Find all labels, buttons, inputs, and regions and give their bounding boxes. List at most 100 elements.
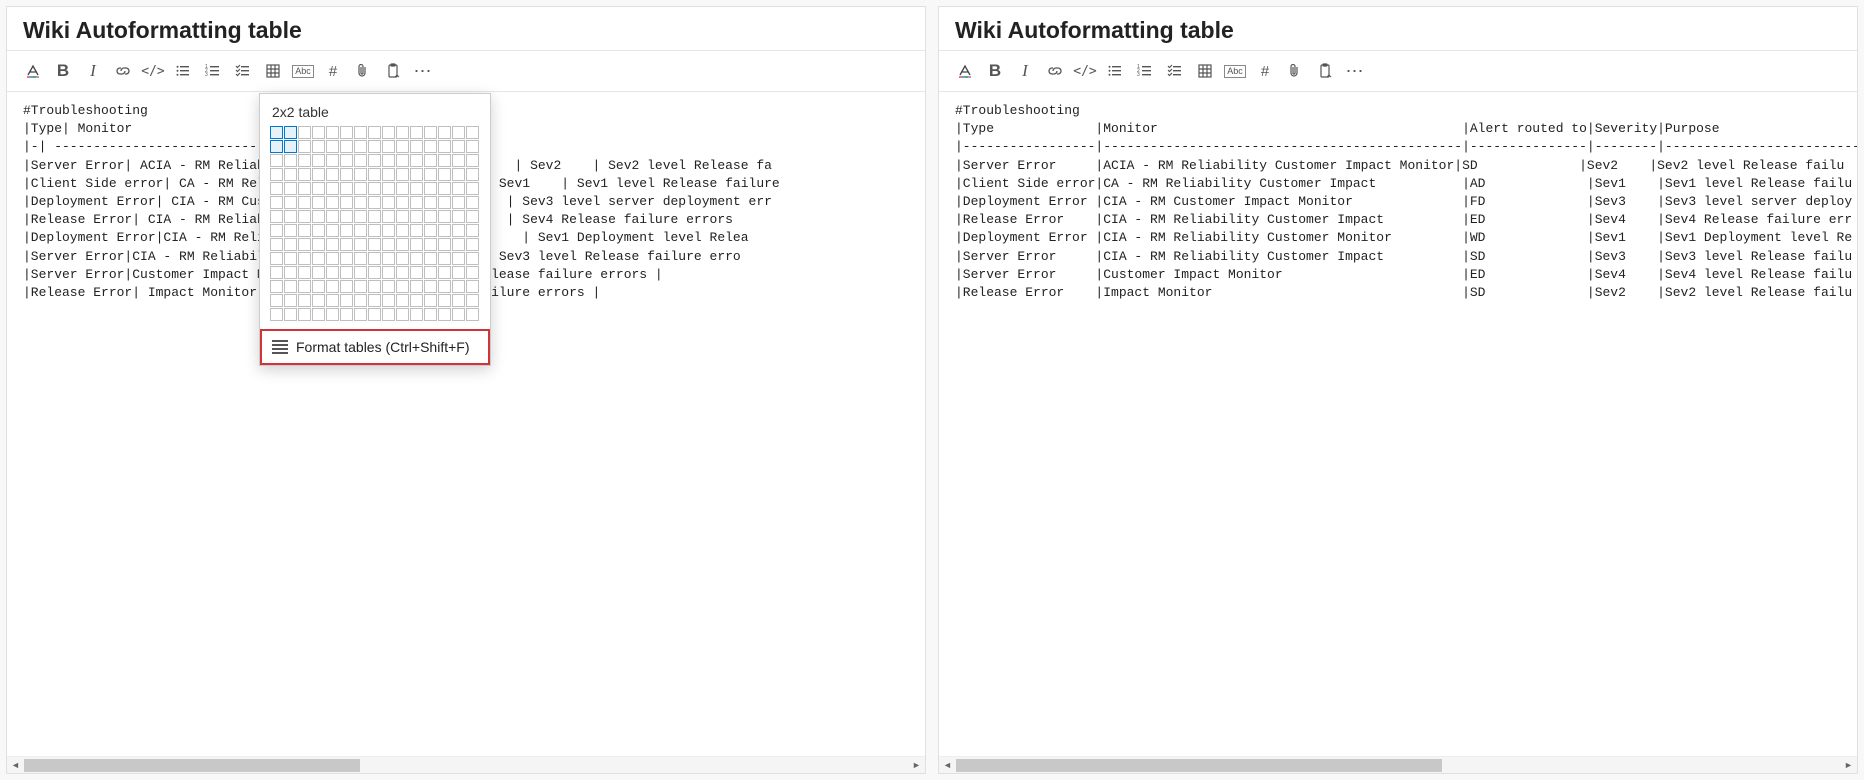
table-picker-cell[interactable] — [284, 182, 297, 195]
table-picker-cell[interactable] — [396, 252, 409, 265]
table-picker-cell[interactable] — [270, 196, 283, 209]
table-picker-cell[interactable] — [354, 168, 367, 181]
table-picker-cell[interactable] — [270, 238, 283, 251]
table-picker-cell[interactable] — [284, 308, 297, 321]
table-picker-cell[interactable] — [382, 280, 395, 293]
table-picker-cell[interactable] — [326, 308, 339, 321]
table-picker-cell[interactable] — [452, 224, 465, 237]
table-picker-cell[interactable] — [326, 140, 339, 153]
table-picker-cell[interactable] — [340, 266, 353, 279]
table-picker-cell[interactable] — [298, 196, 311, 209]
scroll-left-arrow[interactable]: ◄ — [939, 757, 956, 774]
table-picker-cell[interactable] — [312, 140, 325, 153]
table-picker-cell[interactable] — [382, 126, 395, 139]
table-picker-cell[interactable] — [424, 126, 437, 139]
table-picker-cell[interactable] — [326, 210, 339, 223]
table-picker-cell[interactable] — [466, 280, 479, 293]
editor-scroll-right[interactable]: #Troubleshooting |Type |Monitor |Alert r… — [939, 92, 1857, 756]
table-picker-cell[interactable] — [270, 266, 283, 279]
table-picker-cell[interactable] — [466, 294, 479, 307]
table-picker-cell[interactable] — [438, 168, 451, 181]
table-picker-cell[interactable] — [354, 238, 367, 251]
table-picker-cell[interactable] — [424, 308, 437, 321]
table-picker-cell[interactable] — [312, 168, 325, 181]
table-picker-cell[interactable] — [410, 238, 423, 251]
table-picker-cell[interactable] — [466, 266, 479, 279]
table-picker-cell[interactable] — [438, 196, 451, 209]
table-picker-cell[interactable] — [340, 182, 353, 195]
table-picker-cell[interactable] — [368, 266, 381, 279]
table-picker-cell[interactable] — [382, 140, 395, 153]
table-picker-cell[interactable] — [312, 154, 325, 167]
table-picker-cell[interactable] — [396, 294, 409, 307]
table-picker-cell[interactable] — [382, 196, 395, 209]
table-picker-cell[interactable] — [424, 266, 437, 279]
page-title[interactable]: Wiki Autoformatting table — [955, 17, 1841, 44]
numbered-list-button[interactable]: 123 — [1131, 57, 1159, 85]
table-picker-cell[interactable] — [298, 154, 311, 167]
table-picker-cell[interactable] — [438, 266, 451, 279]
table-picker-cell[interactable] — [312, 266, 325, 279]
table-picker-cell[interactable] — [326, 196, 339, 209]
table-picker-cell[interactable] — [298, 168, 311, 181]
table-picker-cell[interactable] — [298, 308, 311, 321]
table-picker-cell[interactable] — [382, 168, 395, 181]
table-picker-cell[interactable] — [452, 238, 465, 251]
table-picker-cell[interactable] — [312, 252, 325, 265]
table-picker-cell[interactable] — [368, 224, 381, 237]
table-picker-cell[interactable] — [438, 238, 451, 251]
table-picker-cell[interactable] — [452, 266, 465, 279]
table-picker-cell[interactable] — [312, 308, 325, 321]
table-picker-cell[interactable] — [396, 308, 409, 321]
table-picker-grid[interactable] — [270, 126, 480, 329]
table-picker-cell[interactable] — [270, 126, 283, 139]
link-button[interactable] — [1041, 57, 1069, 85]
table-picker-cell[interactable] — [382, 154, 395, 167]
table-picker-cell[interactable] — [284, 294, 297, 307]
abc-button[interactable]: Abc — [1221, 57, 1249, 85]
table-picker-cell[interactable] — [424, 294, 437, 307]
attachment-button[interactable] — [1281, 57, 1309, 85]
table-picker-cell[interactable] — [326, 266, 339, 279]
table-picker-cell[interactable] — [438, 126, 451, 139]
table-picker-cell[interactable] — [284, 126, 297, 139]
table-picker-cell[interactable] — [396, 168, 409, 181]
table-picker-cell[interactable] — [438, 308, 451, 321]
paste-button[interactable] — [1311, 57, 1339, 85]
table-picker-cell[interactable] — [354, 266, 367, 279]
table-picker-cell[interactable] — [396, 154, 409, 167]
table-picker-cell[interactable] — [396, 210, 409, 223]
table-picker-cell[interactable] — [298, 140, 311, 153]
table-picker-cell[interactable] — [340, 294, 353, 307]
table-picker-cell[interactable] — [410, 224, 423, 237]
more-button[interactable]: ⋯ — [409, 57, 437, 85]
table-picker-cell[interactable] — [284, 140, 297, 153]
table-picker-cell[interactable] — [284, 280, 297, 293]
table-picker-cell[interactable] — [340, 140, 353, 153]
scroll-right-arrow[interactable]: ► — [908, 757, 925, 774]
table-picker-cell[interactable] — [452, 168, 465, 181]
table-picker-cell[interactable] — [466, 196, 479, 209]
table-picker-cell[interactable] — [326, 182, 339, 195]
table-picker-cell[interactable] — [368, 294, 381, 307]
table-picker-cell[interactable] — [312, 238, 325, 251]
code-button[interactable]: </> — [1071, 57, 1099, 85]
table-picker-cell[interactable] — [368, 154, 381, 167]
table-picker-cell[interactable] — [452, 294, 465, 307]
table-picker-cell[interactable] — [438, 224, 451, 237]
table-picker-cell[interactable] — [424, 252, 437, 265]
table-picker-cell[interactable] — [438, 294, 451, 307]
table-picker-cell[interactable] — [340, 154, 353, 167]
table-picker-cell[interactable] — [452, 210, 465, 223]
table-picker-cell[interactable] — [424, 210, 437, 223]
scroll-left-arrow[interactable]: ◄ — [7, 757, 24, 774]
table-picker-cell[interactable] — [466, 182, 479, 195]
table-picker-cell[interactable] — [270, 224, 283, 237]
page-title[interactable]: Wiki Autoformatting table — [23, 17, 909, 44]
table-picker-cell[interactable] — [354, 182, 367, 195]
bold-button[interactable]: B — [981, 57, 1009, 85]
table-picker-cell[interactable] — [354, 294, 367, 307]
table-picker-cell[interactable] — [452, 140, 465, 153]
table-picker-cell[interactable] — [270, 168, 283, 181]
table-picker-cell[interactable] — [326, 126, 339, 139]
